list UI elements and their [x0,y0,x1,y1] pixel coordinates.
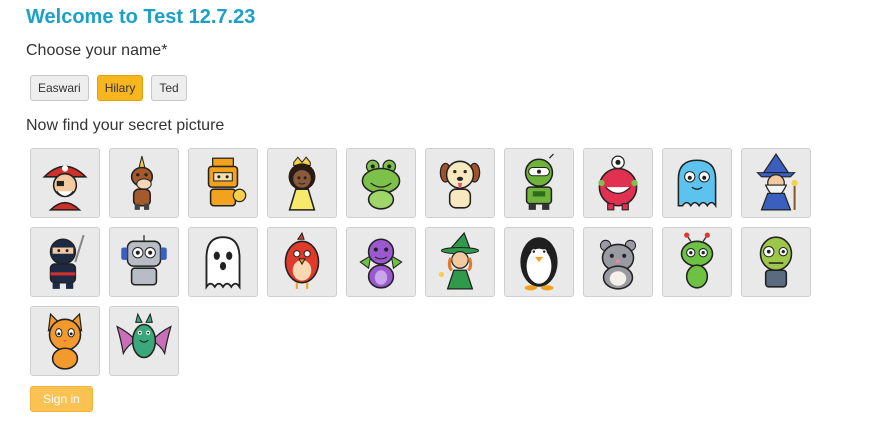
picture-tile-hamster[interactable] [583,227,653,297]
picture-tile-princess[interactable] [267,148,337,218]
picture-tile-purple-dragon[interactable] [346,227,416,297]
picture-tile-pirate[interactable] [30,148,100,218]
zombie-icon [759,236,793,288]
penguin-icon [520,237,558,291]
picture-tile-red-bird[interactable] [267,227,337,297]
blue-ghost-monster-icon [677,159,717,209]
ghost-icon [205,236,241,290]
picture-tile-penguin[interactable] [504,227,574,297]
gray-robot-icon [121,235,167,286]
cat-icon [47,312,83,370]
bat-icon [116,312,172,359]
picture-prompt: Now find your secret picture [26,117,225,134]
robot-knight-icon [207,157,247,207]
picture-tile-zombie[interactable] [741,227,811,297]
princess-icon [288,156,316,211]
name-options: Easwari Hilary Ted [30,75,187,101]
picture-tile-cat[interactable] [30,306,100,376]
picture-tile-alien[interactable] [662,227,732,297]
picture-tile-witch[interactable] [425,227,495,297]
name-option-ted[interactable]: Ted [151,75,187,101]
page-title: Welcome to Test 12.7.23 [26,6,256,28]
alien-icon [680,232,714,289]
red-monster-icon [598,155,638,211]
picture-tile-dog[interactable] [425,148,495,218]
picture-tile-green-robot[interactable] [504,148,574,218]
picture-tile-gray-robot[interactable] [109,227,179,297]
ninja-icon [49,234,85,289]
purple-dragon-icon [359,238,403,289]
picture-tile-blue-ghost-monster[interactable] [662,148,732,218]
picture-tile-ninja[interactable] [30,227,100,297]
wizard-icon [756,152,798,211]
picture-grid [30,148,811,376]
sign-in-button[interactable]: Sign in [30,386,93,412]
name-option-hilary[interactable]: Hilary [96,75,144,101]
pirate-icon [42,165,88,211]
picture-tile-wizard[interactable] [741,148,811,218]
name-prompt: Choose your name* [26,42,168,59]
unicorn-icon [130,156,154,210]
name-option-easwari[interactable]: Easwari [30,75,89,101]
picture-tile-robot-knight[interactable] [188,148,258,218]
picture-tile-frog[interactable] [346,148,416,218]
picture-tile-bat[interactable] [109,306,179,376]
witch-icon [438,231,480,290]
picture-tile-ghost[interactable] [188,227,258,297]
red-bird-icon [284,231,320,289]
hamster-icon [599,239,637,290]
picture-tile-unicorn[interactable] [109,148,179,218]
green-robot-icon [524,153,554,210]
frog-icon [361,159,401,210]
dog-icon [439,160,481,209]
picture-tile-red-monster[interactable] [583,148,653,218]
